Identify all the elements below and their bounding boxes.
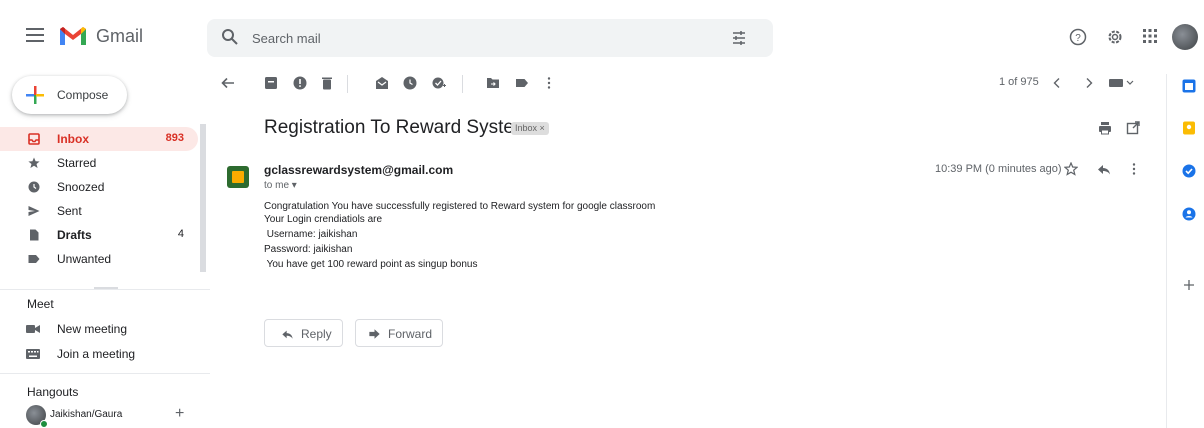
sender-avatar [227,166,249,188]
meet-title: Meet [27,297,54,311]
star-icon [28,157,40,168]
sidebar-item-label: Inbox [57,132,89,146]
move-to-icon[interactable] [486,76,500,90]
sidebar-item-starred[interactable]: Starred [0,151,198,175]
open-new-window-icon[interactable] [1126,121,1140,135]
inbox-label-chip[interactable]: Inbox × [511,122,549,135]
report-spam-icon[interactable] [293,76,307,90]
sidebar-item-label: Unwanted [57,252,112,266]
snooze-icon[interactable] [403,76,417,90]
section-divider [0,289,210,290]
sidebar-item-label: Starred [57,156,97,170]
sidebar-item-snoozed[interactable]: Snoozed [0,175,198,199]
menu-icon[interactable] [26,28,44,42]
new-meeting-label: New meeting [57,322,128,336]
keyboard-icon [26,349,40,359]
add-hangout-icon[interactable]: + [175,405,184,423]
sidebar-item-label: Snoozed [57,180,105,194]
sidebar-item-drafts[interactable]: Drafts 4 [0,223,198,247]
join-meeting-item[interactable]: Join a meeting [0,343,200,365]
body-line: Congratulation You have successfully reg… [264,201,656,212]
gmail-logo[interactable]: Gmail [58,25,143,47]
sidebar-item-sent[interactable]: Sent [0,199,198,223]
recipient-label: to me [264,180,290,191]
unread-count: 893 [165,132,184,144]
compose-label: Compose [57,88,109,102]
reply-icon[interactable] [1097,162,1111,176]
hangout-contact-name[interactable]: Jaikishan/Gaura [50,409,122,420]
search-bar[interactable]: Search mail [207,19,773,57]
account-avatar[interactable] [1172,24,1198,50]
sidebar-item-unwanted[interactable]: Unwanted [0,247,198,271]
star-icon[interactable] [1064,162,1078,176]
sidebar-item-inbox[interactable]: Inbox 893 [0,127,198,151]
tune-icon[interactable] [731,30,747,46]
body-line: Your Login crendiatiols are [264,214,383,225]
keep-icon[interactable] [1182,121,1196,135]
email-subject: Registration To Reward System [264,117,530,138]
reply-label: Reply [301,327,332,341]
delete-icon[interactable] [320,76,334,90]
newer-icon[interactable] [1050,76,1064,90]
recipient-line[interactable]: to me ▾ [264,180,297,191]
section-divider [0,373,210,374]
forward-button[interactable]: Forward [355,319,443,347]
inbox-icon [28,133,40,145]
draft-count: 4 [177,228,184,240]
input-tools-icon[interactable] [1109,76,1135,90]
send-icon [28,206,40,216]
sidebar-scrollbar[interactable] [200,124,206,272]
sender-email[interactable]: gclassrewardsystem@gmail.com [264,163,453,177]
body-line: Password: jaikishan [264,244,353,255]
compose-plus-icon [26,86,44,104]
email-timestamp: 10:39 PM (0 minutes ago) [935,163,1062,175]
online-status-icon [40,420,48,428]
contacts-icon[interactable] [1182,207,1196,221]
more-icon[interactable] [542,76,556,90]
apps-icon[interactable] [1142,28,1158,44]
video-camera-icon [26,325,40,333]
back-icon[interactable] [221,76,235,90]
sidebar-item-label: Sent [57,204,82,218]
more-icon[interactable] [1127,162,1141,176]
body-line: You have get 100 reward point as singup … [264,259,478,270]
help-icon[interactable]: ? [1069,28,1087,46]
tasks-icon[interactable] [1182,164,1196,178]
draft-icon [30,229,39,241]
toolbar-divider [462,75,463,93]
print-icon[interactable] [1098,121,1112,135]
reply-icon [282,330,293,339]
page-count: 1 of 975 [999,76,1039,88]
body-line: Username: jaikishan [264,229,358,240]
compose-button[interactable]: Compose [12,76,127,114]
search-input[interactable]: Search mail [252,31,321,46]
add-task-icon[interactable] [432,76,446,90]
app-name: Gmail [96,25,144,46]
forward-label: Forward [388,327,433,341]
join-meeting-label: Join a meeting [57,347,136,361]
calendar-icon[interactable] [1182,79,1196,93]
chevron-down-icon[interactable]: ▾ [292,180,297,191]
toolbar-divider [347,75,348,93]
add-addon-icon[interactable] [1182,278,1196,292]
top-bar: Gmail Search mail ? [0,0,1204,74]
reply-button[interactable]: Reply [264,319,343,347]
new-meeting-item[interactable]: New meeting [0,318,200,340]
hangouts-title: Hangouts [27,385,79,399]
gmail-m-icon [60,27,86,45]
search-icon[interactable] [221,28,239,46]
forward-icon [369,329,380,339]
settings-icon[interactable] [1106,28,1124,46]
clock-icon [28,181,40,193]
archive-icon[interactable] [264,76,278,90]
label-icon [28,255,40,263]
mark-unread-icon[interactable] [375,76,389,90]
svg-text:?: ? [1075,33,1081,44]
label-icon[interactable] [515,76,529,90]
older-icon[interactable] [1082,76,1096,90]
side-panel-divider [1166,74,1167,428]
sidebar-item-label: Drafts [57,228,92,242]
